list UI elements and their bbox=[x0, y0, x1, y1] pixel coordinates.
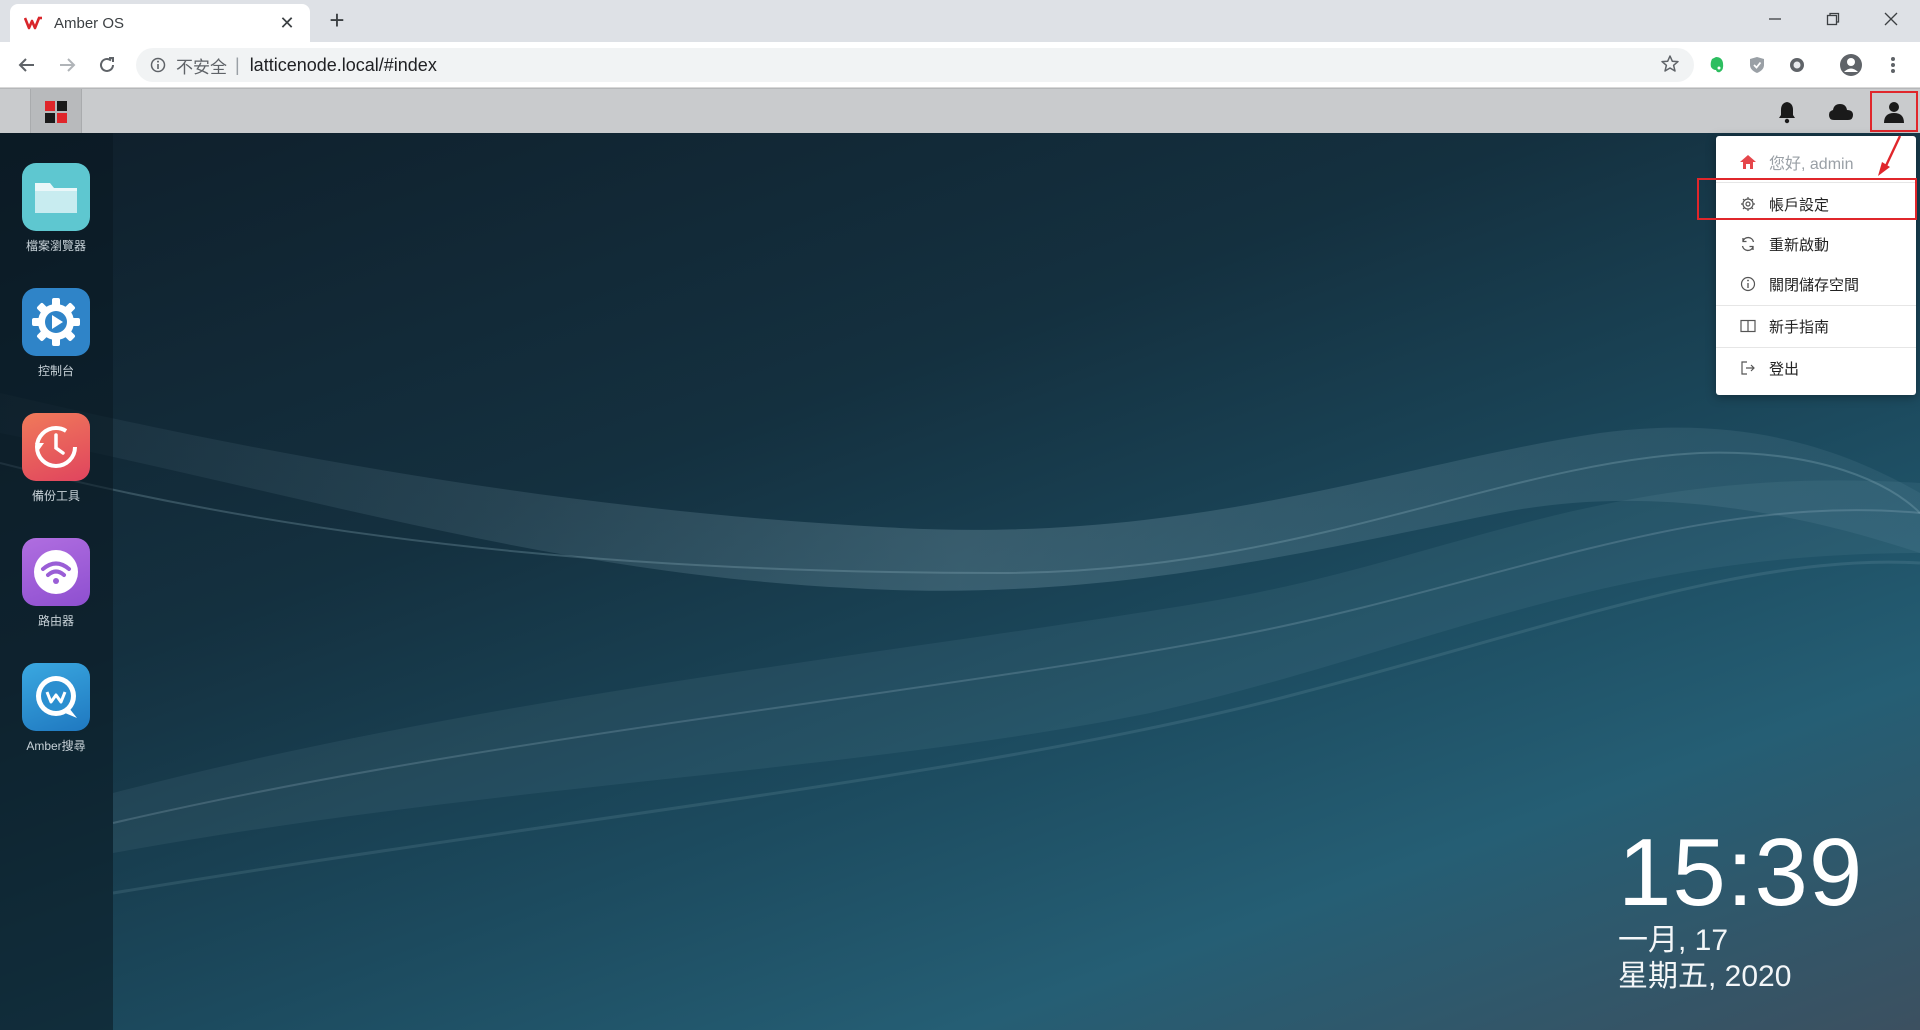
app-amber-search[interactable]: Amber搜尋 bbox=[14, 663, 98, 754]
new-tab-button[interactable]: + bbox=[322, 6, 352, 36]
app-router[interactable]: 路由器 bbox=[14, 538, 98, 629]
browser-tab-strip: Amber OS ✕ + bbox=[0, 0, 1920, 42]
profile-avatar-icon[interactable] bbox=[1838, 52, 1864, 78]
evernote-extension-icon[interactable] bbox=[1704, 52, 1730, 78]
address-bar[interactable]: 不安全 | latticenode.local/#index bbox=[136, 48, 1694, 82]
browser-menu-icon[interactable] bbox=[1880, 52, 1906, 78]
app-control-panel[interactable]: 控制台 bbox=[14, 288, 98, 379]
menu-item-label: 關閉儲存空間 bbox=[1769, 276, 1860, 294]
circle-extension-icon[interactable] bbox=[1784, 52, 1810, 78]
app-dock: 檔案瀏覽器 控制台 備份工具 路由器 Amber搜尋 bbox=[0, 133, 113, 1030]
backup-clock-icon bbox=[22, 413, 90, 481]
close-window-icon[interactable] bbox=[1862, 0, 1920, 38]
app-label: 備份工具 bbox=[31, 489, 80, 503]
os-taskbar bbox=[0, 88, 1920, 134]
app-label: 檔案瀏覽器 bbox=[25, 239, 86, 253]
menu-item-label: 新手指南 bbox=[1769, 318, 1830, 336]
back-arrow-icon bbox=[18, 58, 34, 72]
app-label: Amber搜尋 bbox=[26, 739, 86, 753]
menu-item-label: 重新啟動 bbox=[1769, 236, 1830, 254]
windows-grid-icon bbox=[45, 100, 67, 123]
url-text[interactable]: latticenode.local/#index bbox=[250, 55, 437, 76]
back-button[interactable] bbox=[12, 50, 42, 80]
menu-item-beginner-guide[interactable]: 新手指南 bbox=[1716, 306, 1916, 346]
home-icon bbox=[1738, 152, 1758, 172]
user-icon bbox=[1884, 101, 1904, 123]
browser-toolbar: 不安全 | latticenode.local/#index bbox=[0, 42, 1920, 88]
desktop-clock: 15:39 一月, 17 星期五, 2020 bbox=[1618, 823, 1863, 995]
user-account-button[interactable] bbox=[1870, 91, 1918, 132]
close-tab-icon[interactable]: ✕ bbox=[276, 13, 298, 34]
annotation-arrow-icon bbox=[1878, 135, 1902, 176]
menu-item-restart[interactable]: 重新啟動 bbox=[1716, 224, 1916, 264]
minimize-icon[interactable] bbox=[1746, 0, 1804, 38]
restore-icon[interactable] bbox=[1804, 0, 1862, 38]
bookmark-star-icon[interactable] bbox=[1660, 54, 1680, 74]
clock-date-month-day: 一月, 17 bbox=[1618, 924, 1729, 957]
app-file-browser[interactable]: 檔案瀏覽器 bbox=[14, 163, 98, 254]
settings-gear-icon bbox=[22, 288, 90, 356]
highlight-annotation-box bbox=[1697, 178, 1917, 220]
app-label: 控制台 bbox=[37, 364, 74, 378]
wifi-icon bbox=[22, 538, 90, 606]
app-label: 路由器 bbox=[37, 614, 74, 628]
clock-date-weekday-year: 星期五, 2020 bbox=[1618, 960, 1792, 993]
forward-arrow-icon bbox=[60, 58, 76, 72]
tab-title: Amber OS bbox=[54, 14, 125, 32]
info-icon bbox=[150, 57, 166, 73]
omnibox-separator: | bbox=[235, 54, 240, 75]
clock-time: 15:39 bbox=[1618, 819, 1864, 926]
book-icon bbox=[1738, 316, 1758, 336]
app-backup-tool[interactable]: 備份工具 bbox=[14, 413, 98, 504]
desktop-area[interactable]: 檔案瀏覽器 控制台 備份工具 路由器 Amber搜尋 15:39 一月, 17 … bbox=[0, 133, 1920, 1030]
refresh-icon bbox=[1738, 234, 1758, 254]
forward-button[interactable] bbox=[52, 50, 82, 80]
security-label: 不安全 bbox=[176, 57, 227, 77]
info-icon bbox=[1738, 274, 1758, 294]
search-chat-icon bbox=[22, 663, 90, 731]
start-menu-button[interactable] bbox=[30, 89, 82, 134]
browser-tab[interactable]: Amber OS ✕ bbox=[10, 4, 310, 42]
amber-logo-icon bbox=[24, 16, 42, 30]
reload-button[interactable] bbox=[92, 50, 122, 80]
menu-item-logout[interactable]: 登出 bbox=[1716, 348, 1916, 388]
shield-extension-icon[interactable] bbox=[1744, 52, 1770, 78]
logout-icon bbox=[1738, 358, 1758, 378]
reload-icon bbox=[100, 57, 114, 72]
greeting-text: 您好, admin bbox=[1769, 156, 1854, 173]
bell-icon bbox=[1779, 102, 1795, 124]
folder-icon bbox=[22, 163, 90, 231]
cloud-button[interactable] bbox=[1817, 93, 1865, 131]
menu-item-close-storage[interactable]: 關閉儲存空間 bbox=[1716, 264, 1916, 304]
menu-item-label: 登出 bbox=[1769, 360, 1800, 378]
notifications-bell-button[interactable] bbox=[1763, 93, 1811, 131]
cloud-icon bbox=[1829, 104, 1853, 120]
